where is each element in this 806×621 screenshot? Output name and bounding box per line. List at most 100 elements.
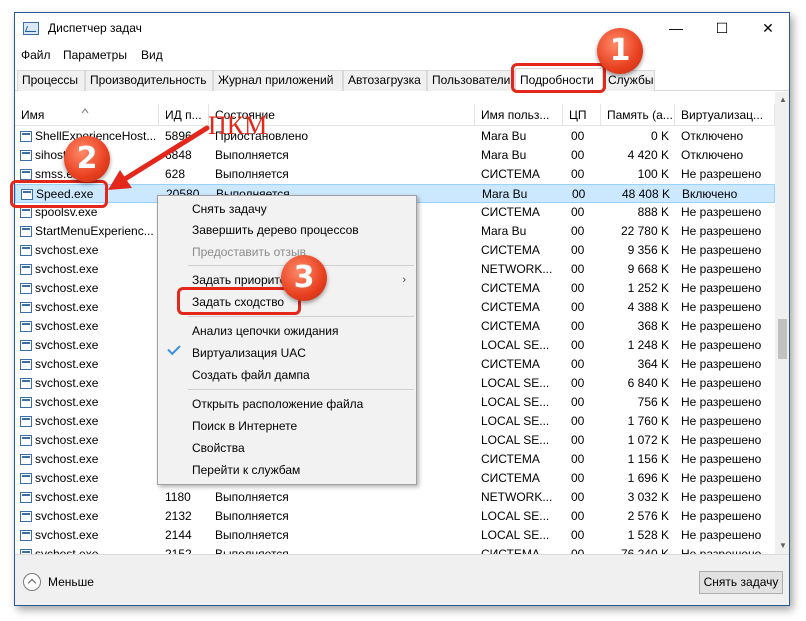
end-task-button[interactable]: Снять задачу [699,571,783,594]
process-icon [20,264,32,275]
ctx-provide-feedback[interactable]: Предоставить отзыв [158,241,416,263]
column-cpu[interactable]: ЦП [563,104,601,126]
ctx-go-to-services[interactable]: Перейти к службам [158,459,416,481]
cell-cpu: 00 [571,471,585,485]
close-button[interactable]: ✕ [745,13,789,44]
cell-status: Выполняется [215,490,289,504]
cell-name: StartMenuExperienc... [35,224,154,238]
cell-status: Выполняется [215,509,289,523]
cell-memory: 1 252 K [627,281,669,295]
column-virtualization[interactable]: Виртуализац... [675,104,775,126]
cell-user: NETWORK... [481,490,553,504]
cell-user: LOCAL SE... [481,395,550,409]
cell-memory: 4 420 K [627,148,669,162]
ctx-open-file-location[interactable]: Открыть расположение файла [158,393,416,415]
scroll-down-icon[interactable]: ▼ [775,538,789,554]
cell-memory: 76 240 K [620,547,669,554]
process-icon [20,492,32,503]
ctx-properties[interactable]: Свойства [158,437,416,459]
cell-virtualization: Не разрешено [681,262,762,276]
cell-virtualization: Не разрешено [681,243,762,257]
table-row[interactable]: svchost.exe 2152 Выполняется СИСТЕМА 00 76 24… [15,545,775,554]
cell-name: svchost.exe [35,471,99,485]
cell-memory: 100 K [637,167,669,181]
chevron-right-icon: › [402,274,406,286]
table-row[interactable]: smss.exe 628 Выполняется СИСТЕМА 00 100 K Не р… [15,165,775,184]
column-user[interactable]: Имя польз... [475,104,563,126]
menu-options[interactable]: Параметры [63,48,127,62]
tab-app-history[interactable]: Журнал приложений [213,70,343,91]
cell-user: LOCAL SE... [481,376,550,390]
column-memory[interactable]: Память (а... [601,104,675,126]
cell-virtualization: Не разрешено [681,167,762,181]
cell-user: LOCAL SE... [481,528,550,542]
tab-users[interactable]: Пользователи [427,70,515,91]
process-icon [20,397,32,408]
cell-cpu: 00 [572,187,586,201]
cell-name: svchost.exe [35,528,99,542]
column-pid[interactable]: ИД п... [159,104,209,126]
cell-name: svchost.exe [35,452,99,466]
cell-status: Выполняется [215,528,289,542]
tab-processes[interactable]: Процессы [17,70,85,91]
cell-memory: 9 668 K [627,262,669,276]
minimize-button[interactable]: — [653,13,699,44]
cell-memory: 364 K [637,357,669,371]
task-manager-icon [23,22,39,35]
cell-memory: 22 780 K [620,224,669,238]
tab-startup[interactable]: Автозагрузка [343,70,427,91]
scroll-up-icon[interactable]: ▲ [775,92,789,108]
ctx-end-process-tree[interactable]: Завершить дерево процессов [158,219,416,241]
menu-view[interactable]: Вид [141,48,163,62]
cell-pid: 6848 [165,148,192,162]
cell-user: Mara Bu [481,148,527,162]
cell-pid: 2132 [165,509,192,523]
cell-virtualization: Не разрешено [681,547,762,554]
cell-name: svchost.exe [35,243,99,257]
tab-bar: Процессы Производительность Журнал прило… [15,67,789,92]
highlight-speed-row [10,180,108,208]
tab-services[interactable]: Службы [603,70,655,91]
cell-name: svchost.exe [35,376,99,390]
cell-user: СИСТЕМА [481,471,540,485]
tab-performance[interactable]: Производительность [85,70,213,91]
maximize-button[interactable]: ☐ [699,13,745,44]
table-row[interactable]: svchost.exe 2144 Выполняется LOCAL SE... 00 1… [15,526,775,545]
cell-memory: 48 408 K [621,187,670,201]
table-row[interactable]: svchost.exe 1180 Выполняется NETWORK... 00 3 … [15,488,775,507]
table-row[interactable]: sihost.exe 6848 Выполняется Mara Bu 00 4 420 … [15,146,775,165]
ctx-analyze-wait-chain[interactable]: Анализ цепочки ожидания [158,320,416,342]
cell-cpu: 00 [571,205,585,219]
cell-user: LOCAL SE... [481,414,550,428]
cell-memory: 6 840 K [627,376,669,390]
cell-cpu: 00 [571,395,585,409]
process-icon [20,473,32,484]
cell-virtualization: Отключено [681,148,744,162]
cell-memory: 9 356 K [627,243,669,257]
context-menu: Снять задачу Завершить дерево процессов … [157,195,417,485]
ctx-create-dump[interactable]: Создать файл дампа [158,364,416,386]
cell-cpu: 00 [571,376,585,390]
table-row[interactable]: ShellExperienceHost... 5896 Приостановлено… [15,127,775,146]
table-row[interactable]: svchost.exe 2132 Выполняется LOCAL SE... 00 2… [15,507,775,526]
menu-file[interactable]: Файл [21,48,51,62]
cell-memory: 1 248 K [627,338,669,352]
cell-memory: 888 K [637,205,669,219]
cell-pid: 2144 [165,528,192,542]
vertical-scrollbar[interactable]: ▲ ▼ [775,92,789,554]
process-icon [20,378,32,389]
title-bar: Диспетчер задач — ☐ ✕ [15,13,789,44]
cell-cpu: 00 [571,148,585,162]
cell-cpu: 00 [571,509,585,523]
cell-name: svchost.exe [35,490,99,504]
ctx-uac-virtualization[interactable]: Виртуализация UAC [158,341,416,364]
cell-user: СИСТЕМА [481,452,540,466]
cell-status: Выполняется [215,547,289,554]
process-icon [20,530,32,541]
ctx-search-online[interactable]: Поиск в Интернете [158,415,416,437]
cell-virtualization: Не разрешено [681,357,762,371]
ctx-end-task[interactable]: Снять задачу [158,198,416,220]
scroll-thumb[interactable] [778,319,787,359]
cell-name: svchost.exe [35,281,99,295]
cell-memory: 1 072 K [627,433,669,447]
